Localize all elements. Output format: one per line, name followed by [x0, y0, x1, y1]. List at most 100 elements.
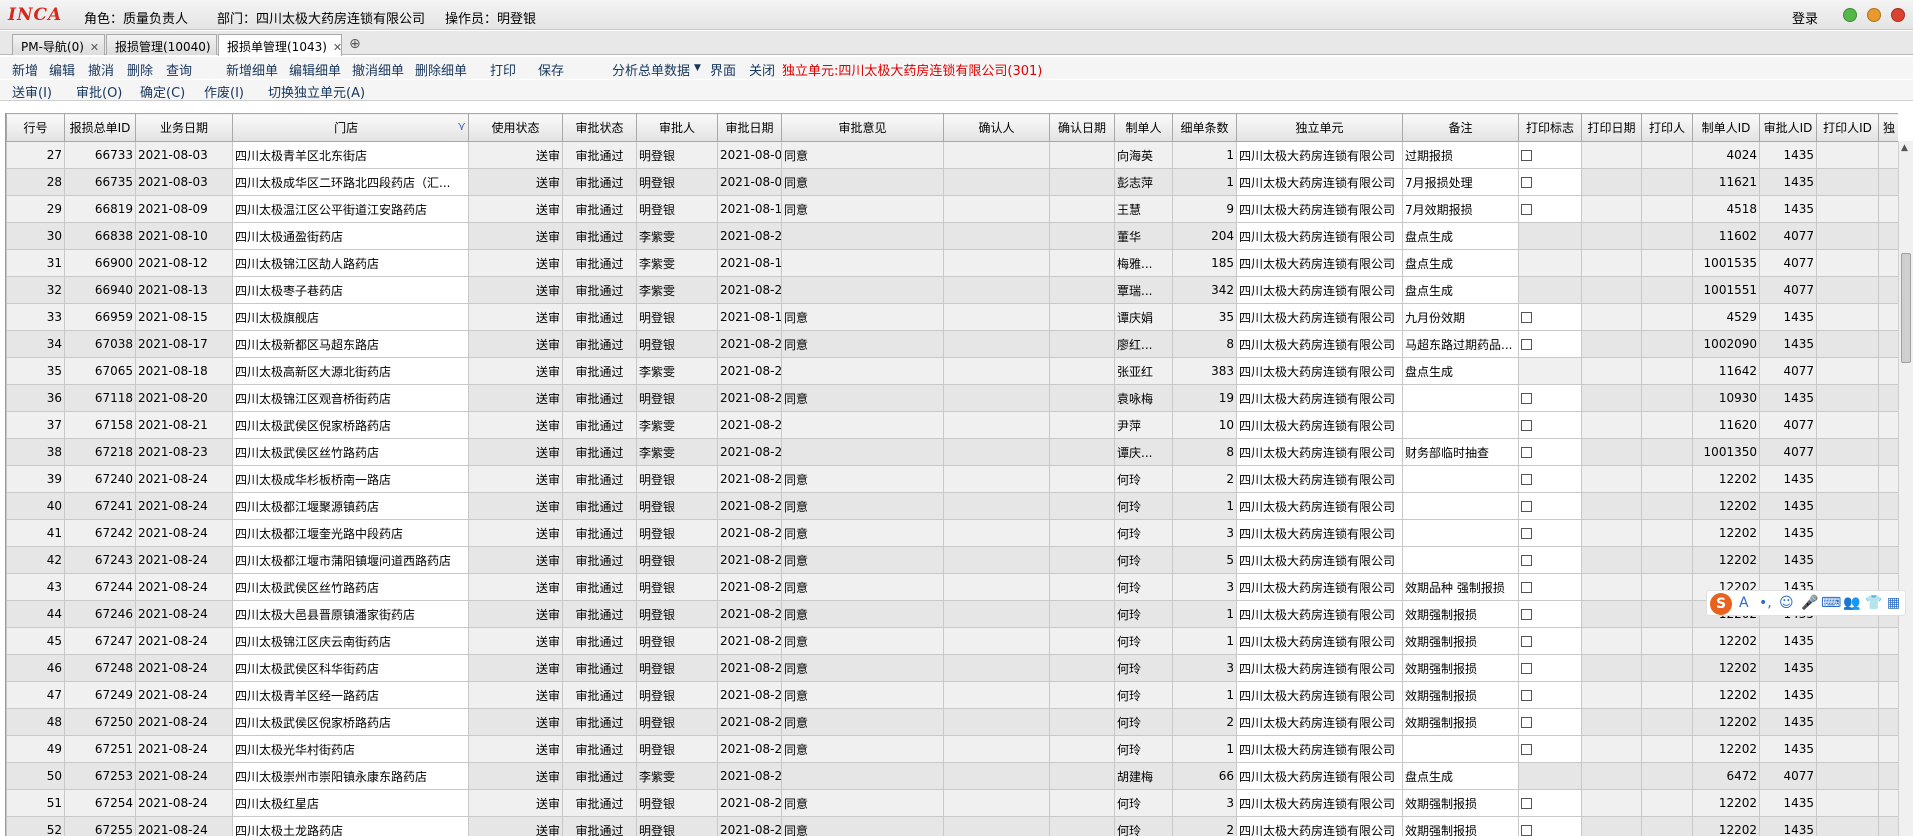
table-row[interactable]: 48 67250 2021-08-24 四川太极武侯区倪家桥路药店 送审 审批通过 明登银 2… — [6, 708, 1898, 736]
cell-20[interactable] — [1816, 492, 1879, 520]
cell-5[interactable]: 审批通过 — [562, 627, 637, 655]
cell-13[interactable]: 四川太极大药房连锁有限公司 — [1236, 411, 1403, 439]
cell-0[interactable]: 51 — [6, 789, 65, 817]
cell-20[interactable] — [1816, 762, 1879, 790]
cell-0[interactable]: 30 — [6, 222, 65, 250]
cell-16[interactable] — [1581, 762, 1642, 790]
cell-3[interactable]: 四川太极成华杉板桥南一路店 — [232, 465, 469, 493]
column-header[interactable]: 报损总单ID — [64, 113, 136, 142]
cell-2[interactable]: 2021-08-24 — [135, 465, 233, 493]
cell-16[interactable] — [1581, 546, 1642, 574]
cell-18[interactable]: 11620 — [1692, 411, 1760, 439]
cell-5[interactable]: 审批通过 — [562, 789, 637, 817]
cell-16[interactable] — [1581, 357, 1642, 385]
cell-19[interactable]: 1435 — [1759, 519, 1817, 547]
print-flag-cell[interactable] — [1518, 708, 1582, 736]
cell-0[interactable]: 43 — [6, 573, 65, 601]
print-flag-checkbox[interactable] — [1521, 312, 1532, 323]
cell-9[interactable] — [943, 195, 1050, 223]
cell-4[interactable]: 送审 — [468, 654, 563, 682]
column-header[interactable]: 打印人ID — [1816, 113, 1879, 142]
print-flag-checkbox[interactable] — [1521, 555, 1532, 566]
cell-20[interactable] — [1816, 438, 1879, 466]
cell-14[interactable]: 九月份效期 — [1402, 303, 1519, 331]
print-flag-cell[interactable] — [1518, 519, 1582, 547]
print-button[interactable]: 打印 — [490, 60, 516, 79]
cell-11[interactable]: 何玲 — [1114, 519, 1173, 547]
cell-5[interactable]: 审批通过 — [562, 735, 637, 763]
cell-7[interactable]: 2021-08-23 — [717, 411, 782, 439]
cell-0[interactable]: 35 — [6, 357, 65, 385]
cell-12[interactable]: 2 — [1172, 708, 1237, 736]
column-header[interactable]: 打印人 — [1641, 113, 1693, 142]
cell-4[interactable]: 送审 — [468, 600, 563, 628]
cell-18[interactable]: 12202 — [1692, 627, 1760, 655]
cell-18[interactable]: 12202 — [1692, 546, 1760, 574]
table-row[interactable]: 50 67253 2021-08-24 四川太极崇州市崇阳镇永康东路药店 送审 审批通过李… — [6, 762, 1898, 790]
cell-7[interactable]: 2021-08-24 — [717, 735, 782, 763]
cell-0[interactable]: 34 — [6, 330, 65, 358]
cell-14[interactable] — [1402, 492, 1519, 520]
print-flag-cell[interactable] — [1518, 303, 1582, 331]
cell-9[interactable] — [943, 654, 1050, 682]
cell-14[interactable]: 盘点生成 — [1402, 249, 1519, 277]
cell-3[interactable]: 四川太极青羊区经一路药店 — [232, 681, 469, 709]
cell-19[interactable]: 1435 — [1759, 708, 1817, 736]
cell-12[interactable]: 1 — [1172, 627, 1237, 655]
cell-13[interactable]: 四川太极大药房连锁有限公司 — [1236, 519, 1403, 547]
print-flag-cell[interactable] — [1518, 762, 1582, 790]
cell-8[interactable]: 同意 — [781, 195, 944, 223]
cell-3[interactable]: 四川太极崇州市崇阳镇永康东路药店 — [232, 762, 469, 790]
cell-19[interactable]: 1435 — [1759, 789, 1817, 817]
column-header[interactable]: 审批人ID — [1759, 113, 1817, 142]
column-header[interactable]: 打印日期 — [1581, 113, 1642, 142]
delete-button[interactable]: 删除 — [127, 60, 153, 79]
cell-9[interactable] — [943, 546, 1050, 574]
cell-12[interactable]: 5 — [1172, 546, 1237, 574]
cell-10[interactable] — [1049, 519, 1115, 547]
sogou-logo-icon[interactable]: S — [1710, 593, 1732, 615]
cell-10[interactable] — [1049, 735, 1115, 763]
cell-13[interactable]: 四川太极大药房连锁有限公司 — [1236, 735, 1403, 763]
cell-12[interactable]: 383 — [1172, 357, 1237, 385]
cell-17[interactable] — [1641, 573, 1693, 601]
cell-16[interactable] — [1581, 492, 1642, 520]
print-flag-checkbox[interactable] — [1521, 798, 1532, 809]
cell-8[interactable]: 同意 — [781, 627, 944, 655]
cell-16[interactable] — [1581, 627, 1642, 655]
cell-14[interactable]: 效期强制报损 — [1402, 816, 1519, 836]
cell-1[interactable]: 67253 — [64, 762, 136, 790]
table-row[interactable]: 46 67248 2021-08-24 四川太极武侯区科华街药店 送审 审批通过 明登银 20… — [6, 654, 1898, 682]
cell-20[interactable] — [1816, 789, 1879, 817]
cell-4[interactable]: 送审 — [468, 465, 563, 493]
cell-19[interactable]: 4077 — [1759, 222, 1817, 250]
save-button[interactable]: 保存 — [538, 60, 564, 79]
cell-8[interactable] — [781, 276, 944, 304]
cell-8[interactable] — [781, 438, 944, 466]
cell-10[interactable] — [1049, 222, 1115, 250]
cell-8[interactable]: 同意 — [781, 546, 944, 574]
cell-3[interactable]: 四川太极新都区马超东路店 — [232, 330, 469, 358]
cell-11[interactable]: 何玲 — [1114, 735, 1173, 763]
new-button[interactable]: 新增 — [12, 60, 38, 79]
cell-4[interactable]: 送审 — [468, 330, 563, 358]
cell-13[interactable]: 四川太极大药房连锁有限公司 — [1236, 465, 1403, 493]
cell-11[interactable]: 谭庆... — [1114, 438, 1173, 466]
cell-14[interactable]: 7月报损处理 — [1402, 168, 1519, 196]
cell-18[interactable]: 4024 — [1692, 141, 1760, 169]
cell-13[interactable]: 四川太极大药房连锁有限公司 — [1236, 546, 1403, 574]
cell-8[interactable]: 同意 — [781, 303, 944, 331]
cell-1[interactable]: 66838 — [64, 222, 136, 250]
cell-1[interactable]: 67240 — [64, 465, 136, 493]
cell-13[interactable]: 四川太极大药房连锁有限公司 — [1236, 816, 1403, 836]
cell-19[interactable]: 1435 — [1759, 627, 1817, 655]
cell-5[interactable]: 审批通过 — [562, 141, 637, 169]
cell-4[interactable]: 送审 — [468, 681, 563, 709]
cell-17[interactable] — [1641, 195, 1693, 223]
table-row[interactable]: 29 66819 2021-08-09 四川太极温江区公平街道江安路药店 送审 审批通过明… — [6, 195, 1898, 223]
cell-5[interactable]: 审批通过 — [562, 519, 637, 547]
print-flag-checkbox[interactable] — [1521, 150, 1532, 161]
cell-16[interactable] — [1581, 735, 1642, 763]
cell-7[interactable]: 2021-08-24 — [717, 789, 782, 817]
table-row[interactable]: 37 67158 2021-08-21 四川太极武侯区倪家桥路药店 送审 审批通过 李紫雯 2… — [6, 411, 1898, 439]
